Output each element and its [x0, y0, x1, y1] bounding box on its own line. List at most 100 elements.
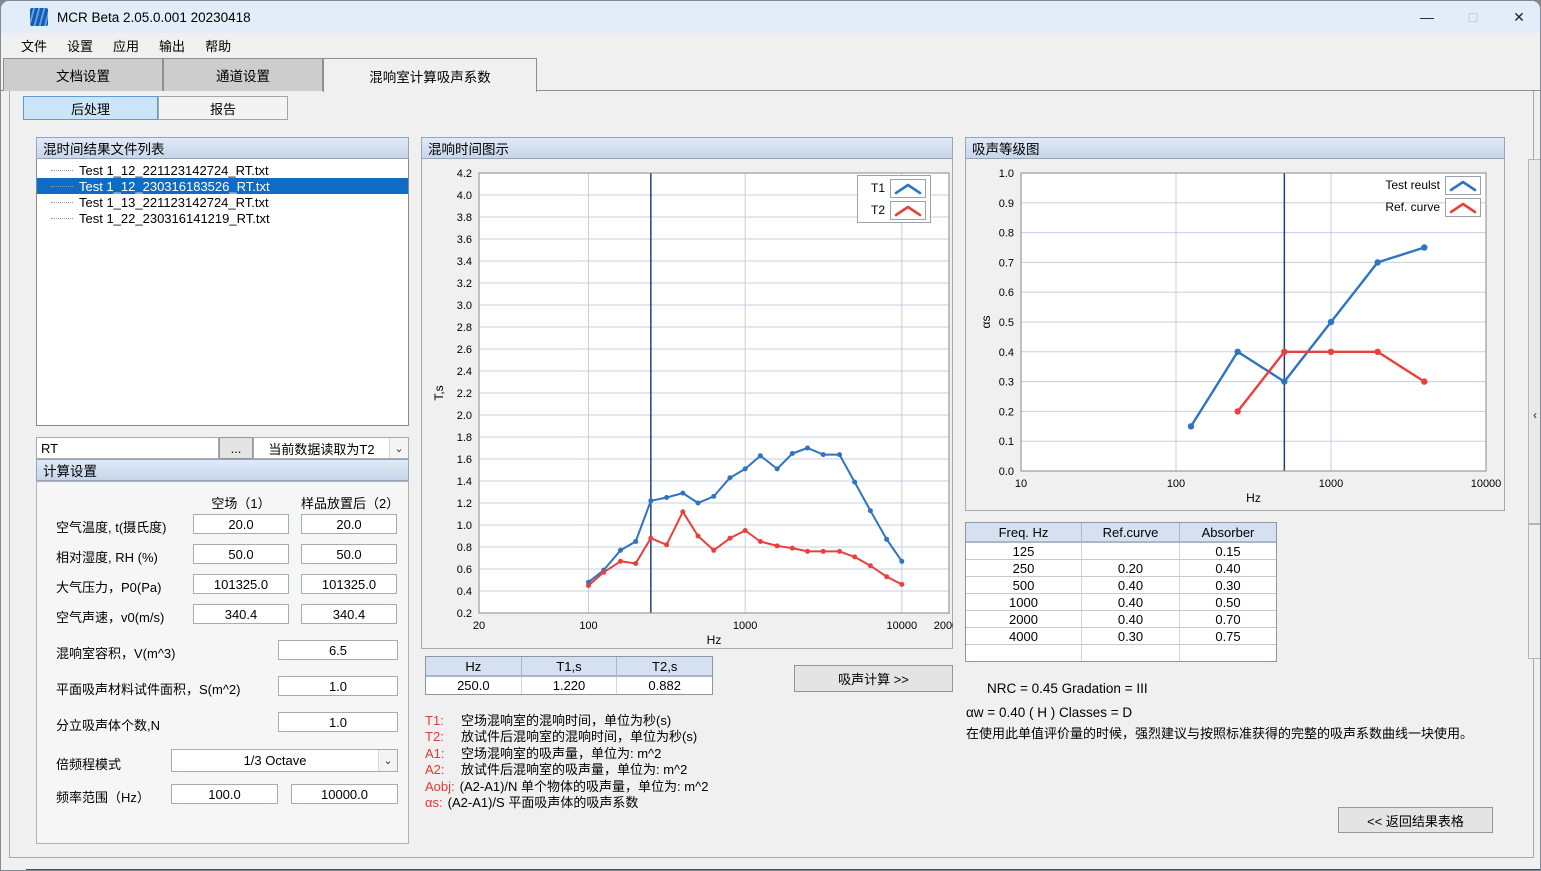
- annotation-key: T1:: [425, 713, 461, 729]
- curve-icon: [890, 179, 926, 198]
- tab-document-settings[interactable]: 文档设置: [3, 58, 163, 91]
- curve-icon: [1445, 198, 1481, 217]
- absorber-count-input[interactable]: [278, 712, 398, 732]
- annotation-text: (A2-A1)/N 单个物体的吸声量，单位为: m^2: [460, 779, 709, 794]
- sample-area-label: 平面吸声材料试件面积，S(m^2): [56, 679, 241, 698]
- aw-result: αw = 0.40 ( H ) Classes = D: [966, 705, 1132, 720]
- svg-text:0.6: 0.6: [999, 287, 1014, 299]
- svg-text:0.8: 0.8: [999, 228, 1014, 240]
- temp-empty-input[interactable]: [193, 514, 289, 534]
- svg-text:Hz: Hz: [707, 633, 722, 647]
- pressure-empty-input[interactable]: [193, 574, 289, 594]
- curve-icon: [1445, 176, 1481, 195]
- window-title: MCR Beta 2.05.0.001 20230418: [57, 10, 251, 25]
- freq-min-input[interactable]: [171, 784, 278, 804]
- svg-text:1.0: 1.0: [457, 520, 472, 532]
- collapse-left-icon: ‹: [1529, 408, 1541, 422]
- grade-table[interactable]: Freq. Hz Ref.curve Absorber 1250.15 2500…: [965, 522, 1277, 662]
- file-list-item[interactable]: Test 1_22_230316141219_RT.txt: [37, 210, 408, 226]
- absorption-calc-button[interactable]: 吸声计算 >>: [794, 665, 953, 692]
- freq-range-label: 频率范围（Hz）: [56, 787, 150, 806]
- annotation-key: A2:: [425, 762, 461, 778]
- app-icon: [30, 8, 48, 26]
- annotation-text: 空场混响室的吸声量，单位为: m^2: [461, 746, 661, 761]
- humidity-empty-input[interactable]: [193, 544, 289, 564]
- menu-item-output[interactable]: 输出: [149, 33, 195, 58]
- rt-table-header: T1,s: [522, 657, 618, 675]
- menu-item-help[interactable]: 帮助: [195, 33, 241, 58]
- svg-text:100: 100: [1167, 478, 1185, 490]
- svg-text:T,s: T,s: [432, 385, 446, 400]
- grade-cell: 0.70: [1180, 611, 1276, 627]
- menu-item-apply[interactable]: 应用: [103, 33, 149, 58]
- close-icon[interactable]: ✕: [1496, 1, 1541, 33]
- temp-label: 空气温度, t(摄氏度): [56, 517, 167, 536]
- sound-speed-label: 空气声速，v0(m/s): [56, 607, 164, 626]
- svg-text:2.2: 2.2: [457, 388, 472, 400]
- result-note: 在使用此单值评价量的时候，强烈建议与按照标准获得的完整的吸声系数曲线一块使用。: [966, 723, 1473, 742]
- volume-input[interactable]: [278, 640, 398, 660]
- svg-text:0.0: 0.0: [999, 466, 1014, 478]
- grade-cell: 0.50: [1180, 594, 1276, 610]
- svg-text:0.9: 0.9: [999, 198, 1014, 210]
- rt-table-cell: 250.0: [426, 677, 522, 694]
- sound-speed-sample-input[interactable]: [301, 604, 397, 624]
- grade-cell: 0.40: [1082, 611, 1180, 627]
- rt-chart-legend: T1 T2: [857, 175, 931, 223]
- svg-text:20000: 20000: [934, 620, 953, 632]
- data-mode-combo[interactable]: 当前数据读取为T2 ⌄: [253, 437, 409, 459]
- file-list[interactable]: Test 1_12_221123142724_RT.txt Test 1_12_…: [36, 159, 409, 426]
- svg-text:0.6: 0.6: [457, 564, 472, 576]
- annotation-text: 空场混响室的混响时间，单位为秒(s): [461, 713, 671, 728]
- svg-text:1.4: 1.4: [457, 476, 472, 488]
- sound-speed-empty-input[interactable]: [193, 604, 289, 624]
- grade-cell: 500: [966, 577, 1082, 593]
- subtab-report[interactable]: 报告: [158, 96, 288, 120]
- annotation-key: αs:: [425, 795, 443, 810]
- grade-cell: 2000: [966, 611, 1082, 627]
- subtab-postprocess[interactable]: 后处理: [23, 96, 158, 120]
- legend-label-test-result: Test reulst: [1385, 178, 1440, 192]
- freq-max-input[interactable]: [291, 784, 398, 804]
- svg-text:0.3: 0.3: [999, 377, 1014, 389]
- chevron-down-icon: ⌄: [378, 750, 397, 771]
- maximize-icon[interactable]: □: [1450, 1, 1496, 33]
- tab-reverb-room-absorption[interactable]: 混响室计算吸声系数: [323, 58, 537, 92]
- svg-text:2.0: 2.0: [457, 410, 472, 422]
- menu-item-file[interactable]: 文件: [11, 33, 57, 58]
- tab-channel-settings[interactable]: 通道设置: [163, 58, 323, 91]
- grade-chart-panel-title: 吸声等级图: [965, 137, 1505, 159]
- collapse-handle[interactable]: ‹: [1528, 159, 1541, 524]
- file-list-item[interactable]: Test 1_13_221123142724_RT.txt: [37, 194, 408, 210]
- svg-text:3.6: 3.6: [457, 234, 472, 246]
- rt-name-input[interactable]: [36, 437, 219, 459]
- svg-text:0.2: 0.2: [457, 608, 472, 620]
- minimize-icon[interactable]: —: [1404, 1, 1450, 33]
- svg-text:3.2: 3.2: [457, 278, 472, 290]
- grade-cell: [1082, 543, 1180, 559]
- annotation-key: A1:: [425, 746, 461, 762]
- menu-item-settings[interactable]: 设置: [57, 33, 103, 58]
- sample-area-input[interactable]: [278, 676, 398, 696]
- svg-text:4.2: 4.2: [457, 168, 472, 180]
- grade-cell: 0.30: [1082, 628, 1180, 644]
- legend-label-t2: T2: [871, 203, 885, 217]
- rt-chart[interactable]: 0.20.40.60.81.01.21.41.61.82.02.22.42.62…: [421, 161, 953, 649]
- svg-text:4.0: 4.0: [457, 190, 472, 202]
- file-list-item[interactable]: Test 1_12_221123142724_RT.txt: [37, 162, 408, 178]
- annotation-text: (A2-A1)/S 平面吸声体的吸声系数: [448, 795, 639, 810]
- humidity-sample-input[interactable]: [301, 544, 397, 564]
- pressure-sample-input[interactable]: [301, 574, 397, 594]
- browse-button[interactable]: ...: [219, 437, 253, 459]
- splitter-strip[interactable]: [1528, 524, 1541, 659]
- temp-sample-input[interactable]: [301, 514, 397, 534]
- file-list-item[interactable]: Test 1_12_230316183526_RT.txt: [37, 178, 408, 194]
- legend-label-ref-curve: Ref. curve: [1385, 200, 1440, 214]
- grade-cell: 125: [966, 543, 1082, 559]
- menu-bar: 文件 设置 应用 输出 帮助: [1, 33, 1541, 57]
- svg-text:1.0: 1.0: [999, 168, 1014, 180]
- col2-header: 样品放置后（2）: [301, 493, 397, 512]
- annotation-key: T2:: [425, 729, 461, 745]
- back-to-results-button[interactable]: << 返回结果表格: [1338, 807, 1493, 833]
- octave-mode-combo[interactable]: 1/3 Octave ⌄: [171, 749, 398, 772]
